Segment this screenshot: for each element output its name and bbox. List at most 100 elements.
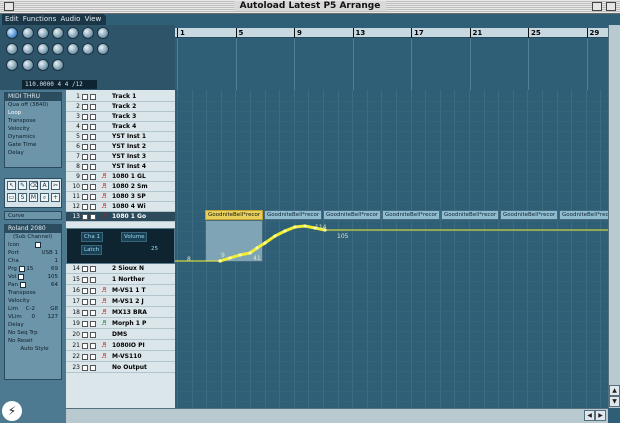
record-enable-button[interactable] — [90, 321, 96, 327]
crosshair-tool-icon[interactable]: + — [51, 193, 60, 202]
mute-button[interactable] — [82, 277, 88, 283]
track-row[interactable]: 10 ♬ 1080 2 Sm — [66, 182, 175, 192]
zoom-box-icon[interactable] — [592, 2, 602, 11]
param-velocity[interactable]: Velocity — [5, 125, 61, 133]
param-loop[interactable]: Loop — [5, 109, 61, 117]
loop-button[interactable] — [37, 59, 49, 71]
rewind-button[interactable] — [82, 27, 94, 39]
track-name[interactable]: YST Inst 4 — [112, 162, 174, 172]
mute-button[interactable] — [82, 174, 88, 180]
record-enable-button[interactable] — [90, 114, 96, 120]
pencil-tool-icon[interactable]: ✎ — [18, 181, 27, 190]
menu-audio[interactable]: Audio — [60, 15, 80, 23]
device-name[interactable]: Roland 2080 — [5, 225, 61, 233]
lane-mode[interactable]: Latch — [81, 245, 103, 255]
vertical-scrollbar[interactable]: ▲ ▼ — [608, 25, 620, 408]
title-bar[interactable]: Autoload Latest P5 Arrange — [0, 0, 620, 14]
record-enable-button[interactable] — [90, 154, 96, 160]
scissors-tool-icon[interactable]: ✂ — [51, 181, 60, 190]
no-seq-trp-row[interactable]: No Seq Trp — [5, 329, 61, 337]
track-name[interactable]: DMS — [112, 330, 174, 340]
track-row[interactable]: 14 2 Sioux N — [66, 264, 175, 274]
mute-button[interactable] — [82, 354, 88, 360]
punch-button[interactable] — [52, 59, 64, 71]
transpose-row[interactable]: Transpose — [5, 289, 61, 297]
record-enable-button[interactable] — [90, 194, 96, 200]
mute-button[interactable] — [82, 154, 88, 160]
record-enable-button[interactable] — [90, 144, 96, 150]
track-name[interactable]: YST Inst 2 — [112, 142, 174, 152]
track-name[interactable]: YST Inst 1 — [112, 132, 174, 142]
track-name[interactable]: YST Inst 3 — [112, 152, 174, 162]
replace-button[interactable] — [37, 43, 49, 55]
icon-checkbox[interactable] — [35, 241, 42, 248]
track-row[interactable]: 19 ♬ Morph 1 P — [66, 319, 175, 329]
prg-row[interactable]: Prg 15 69 — [5, 265, 61, 273]
record-enable-button[interactable] — [90, 343, 96, 349]
no-reset-row[interactable]: No Reset — [5, 337, 61, 345]
menu-view[interactable]: View — [85, 15, 102, 23]
record-enable-button[interactable] — [90, 124, 96, 130]
record-enable-button[interactable] — [90, 365, 96, 371]
mute-button[interactable] — [82, 321, 88, 327]
vol-row[interactable]: Vol 105 — [5, 273, 61, 281]
track-name[interactable]: M-VS1 2 J — [112, 297, 174, 307]
track-name[interactable]: 1080 2 Sm — [112, 182, 174, 192]
track-row[interactable]: 5 YST Inst 1 — [66, 132, 175, 142]
mute-button[interactable] — [82, 299, 88, 305]
record-button[interactable] — [22, 27, 34, 39]
track-name[interactable]: 1 Norther — [112, 275, 174, 285]
menu-edit[interactable]: Edit — [5, 15, 19, 23]
track-row[interactable]: 15 1 Norther — [66, 275, 175, 285]
running-man-icon[interactable] — [6, 27, 18, 39]
marker-button[interactable] — [22, 59, 34, 71]
prg-checkbox[interactable] — [18, 265, 25, 272]
record-enable-button[interactable] — [90, 299, 96, 305]
cycle-button[interactable] — [22, 43, 34, 55]
play-button[interactable] — [52, 27, 64, 39]
track-row[interactable]: 9 ♬ 1080 1 GL — [66, 172, 175, 182]
track-name[interactable]: MX13 BRA — [112, 308, 174, 318]
record-enable-button[interactable] — [90, 277, 96, 283]
track-name[interactable]: 1080 1 GL — [112, 172, 174, 182]
mute-button[interactable] — [82, 144, 88, 150]
track-row[interactable]: 13 ♬ 1080 1 Go — [66, 212, 175, 222]
delay-row[interactable]: Delay — [5, 321, 61, 329]
catch-button[interactable] — [97, 43, 109, 55]
record-enable-button[interactable] — [90, 354, 96, 360]
mute-button[interactable] — [82, 266, 88, 272]
track-name[interactable]: Track 4 — [112, 122, 174, 132]
lane-channel[interactable]: Cha 1 — [81, 232, 103, 242]
track-name[interactable]: No Output — [112, 363, 174, 373]
menu-functions[interactable]: Functions — [23, 15, 56, 23]
track-row[interactable]: 12 ♬ 1080 4 Wi — [66, 202, 175, 212]
track-row[interactable]: 20 DMS — [66, 330, 175, 340]
record-enable-button[interactable] — [90, 204, 96, 210]
ruler-bar[interactable]: 1 5 9 13 17 21 25 29 — [175, 28, 608, 38]
track-row[interactable]: 16 ♬ M-VS1 1 T — [66, 286, 175, 296]
solo-button[interactable] — [52, 43, 64, 55]
mute-button[interactable] — [82, 184, 88, 190]
record-enable-button[interactable] — [90, 94, 96, 100]
link-icon[interactable] — [6, 43, 18, 55]
metronome-button[interactable] — [82, 43, 94, 55]
mute-button[interactable] — [82, 104, 88, 110]
param-dynamics[interactable]: Dynamics — [5, 133, 61, 141]
mute-button[interactable] — [82, 288, 88, 294]
track-name[interactable]: 1080 3 SP — [112, 192, 174, 202]
track-name[interactable]: Track 2 — [112, 102, 174, 112]
record-enable-button[interactable] — [90, 104, 96, 110]
stop-button[interactable] — [67, 27, 79, 39]
pointer-tool-icon[interactable]: ↖ — [7, 181, 16, 190]
track-row[interactable]: 2 Track 2 — [66, 102, 175, 112]
cha-row[interactable]: Cha 1 — [5, 257, 61, 265]
track-row[interactable]: 3 Track 3 — [66, 112, 175, 122]
mute-button[interactable] — [82, 214, 88, 220]
param-gate-time[interactable]: Gate Time — [5, 141, 61, 149]
vol-checkbox[interactable] — [17, 273, 24, 280]
track-row[interactable]: 11 ♬ 1080 3 SP — [66, 192, 175, 202]
mute-button[interactable] — [82, 343, 88, 349]
mute-button[interactable] — [82, 114, 88, 120]
scroll-down-icon[interactable]: ▼ — [609, 396, 620, 407]
mute-button[interactable] — [82, 164, 88, 170]
